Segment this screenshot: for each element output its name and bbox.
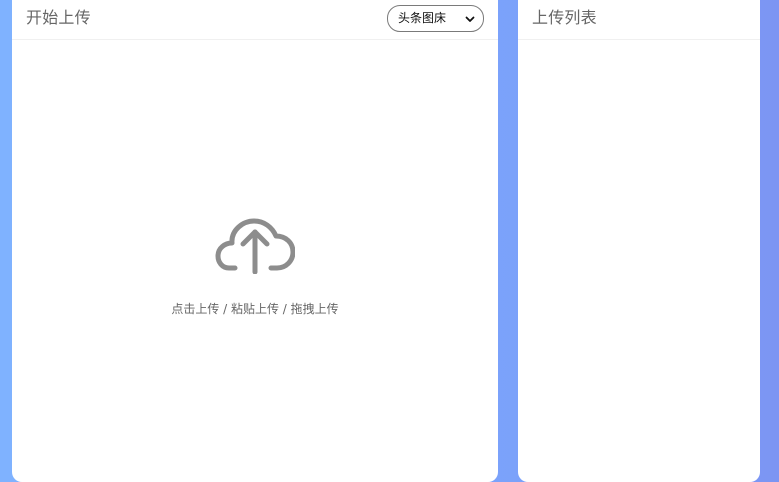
upload-panel-header: 开始上传 头条图床 [12, 0, 498, 40]
cloud-upload-icon [215, 218, 295, 274]
chevron-down-icon [465, 16, 475, 22]
image-host-select[interactable]: 头条图床 [387, 5, 484, 32]
upload-panel: 开始上传 头条图床 点击上传 / 粘贴上传 / 拖拽上传 [12, 0, 498, 482]
upload-list-panel: 上传列表 [518, 0, 760, 482]
upload-panel-title: 开始上传 [26, 8, 91, 27]
upload-list-header: 上传列表 [518, 0, 760, 40]
image-host-select-value: 头条图床 [398, 11, 447, 25]
upload-dropzone[interactable]: 点击上传 / 粘贴上传 / 拖拽上传 [12, 40, 498, 482]
upload-list-title: 上传列表 [532, 8, 597, 27]
upload-hint-text: 点击上传 / 粘贴上传 / 拖拽上传 [171, 302, 339, 316]
